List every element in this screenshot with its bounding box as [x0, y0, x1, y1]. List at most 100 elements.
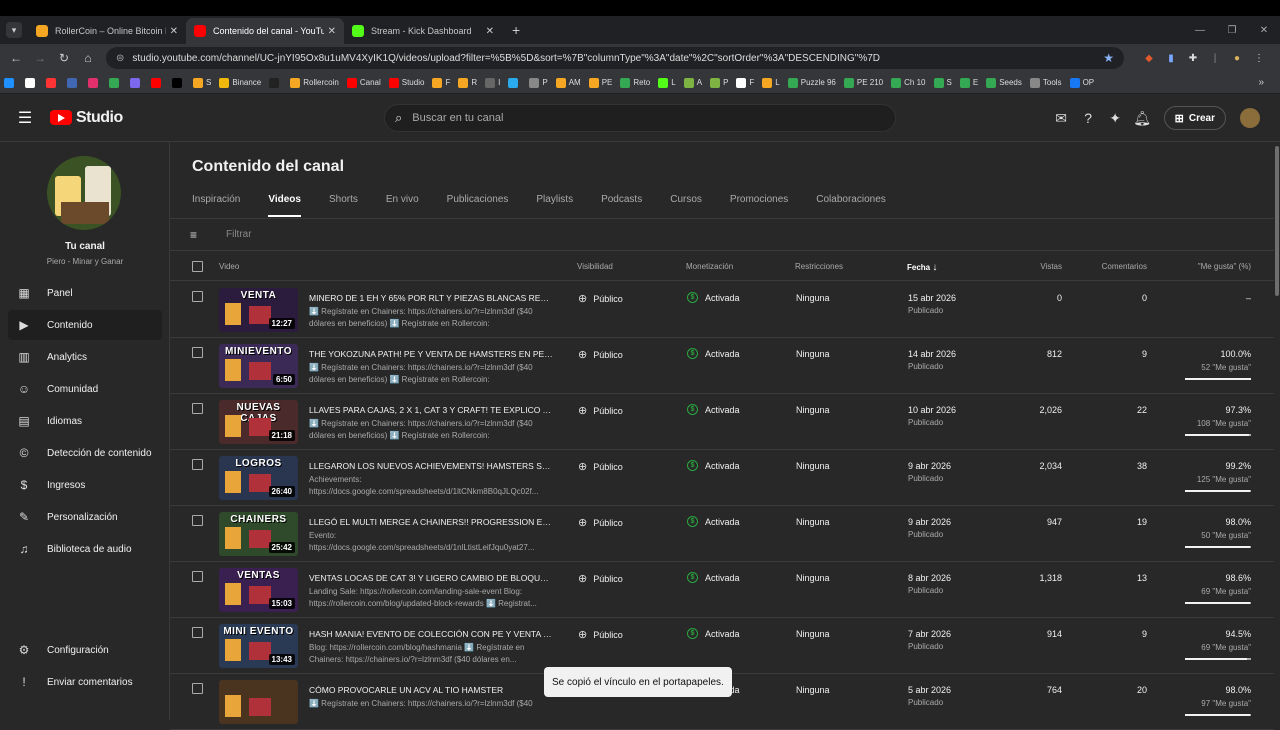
bookmark-item[interactable]: I	[485, 77, 500, 88]
filter-icon[interactable]: ≡	[190, 228, 204, 242]
bookmark-item[interactable]: P	[710, 77, 728, 88]
back-icon[interactable]: ←	[4, 51, 28, 65]
table-row[interactable]: MINIEVENTO 6:50 THE YOKOZUNA PATH! PE Y …	[170, 338, 1274, 394]
create-button[interactable]: ⊞ Crear	[1163, 106, 1226, 130]
extension-fox-icon[interactable]: ◆	[1138, 53, 1160, 64]
monetization-cell[interactable]: $ Activada	[687, 516, 740, 527]
bookmark-item[interactable]: Tools	[1029, 77, 1062, 88]
filter-input[interactable]: Filtrar	[226, 229, 252, 240]
col-date[interactable]: Fecha ↓	[907, 262, 937, 273]
bookmark-item[interactable]: L	[658, 77, 676, 88]
bookmark-item[interactable]: L	[762, 77, 780, 88]
bookmark-item[interactable]	[67, 77, 80, 88]
col-comments[interactable]: Comentarios	[1102, 262, 1147, 271]
visibility-cell[interactable]: ⊕ Público	[578, 292, 623, 305]
sidebar-item-ingresos[interactable]: $ Ingresos	[8, 470, 162, 500]
search-input[interactable]: Buscar en tu canal	[412, 112, 503, 124]
sidebar-item-comunidad[interactable]: ☺ Comunidad	[8, 374, 162, 404]
bookmark-item[interactable]: Binance	[219, 77, 261, 88]
bookmark-item[interactable]: Canal	[346, 77, 381, 88]
video-title[interactable]: CÓMO PROVOCARLE UN ACV AL TIO HAMSTER	[309, 685, 553, 695]
page-scrollbar[interactable]	[1274, 142, 1280, 720]
bookmark-item[interactable]: Studio	[388, 77, 424, 88]
video-title[interactable]: LLAVES PARA CAJAS, 2 X 1, CAT 3 Y CRAFT!…	[309, 405, 553, 415]
help-icon[interactable]: ?	[1075, 110, 1102, 126]
table-row[interactable]: CHAINERS 25:42 LLEGÓ EL MULTI MERGE A CH…	[170, 506, 1274, 562]
row-checkbox[interactable]	[192, 627, 203, 638]
row-checkbox[interactable]	[192, 291, 203, 302]
monetization-cell[interactable]: $ Activada	[687, 348, 740, 359]
video-title[interactable]: VENTAS LOCAS DE CAT 3! Y LIGERO CAMBIO D…	[309, 573, 553, 583]
bookmark-item[interactable]: P	[529, 77, 548, 88]
forward-icon[interactable]: →	[28, 51, 52, 65]
visibility-cell[interactable]: ⊕ Público	[578, 460, 623, 473]
sidebar-item-panel[interactable]: ▦ Panel	[8, 278, 162, 308]
tab-videos[interactable]: Videos	[268, 194, 301, 217]
browser-tab[interactable]: RollerCoin – Online Bitcoin Mining Simul…	[28, 18, 186, 44]
bookmark-item[interactable]: F	[736, 77, 754, 88]
browser-tab[interactable]: Stream - Kick Dashboard ✕	[344, 18, 502, 44]
bookmarks-overflow-icon[interactable]: »	[1258, 77, 1264, 88]
tab-search-button[interactable]: ▾	[6, 22, 22, 38]
tab-close-icon[interactable]: ✕	[328, 26, 336, 37]
tab-playlists[interactable]: Playlists	[536, 194, 573, 217]
table-row[interactable]: MINI EVENTO 13:43 HASH MANIA! EVENTO DE …	[170, 618, 1274, 674]
channel-title[interactable]: Tu canal	[0, 241, 170, 252]
table-row[interactable]: LOGROS 26:40 LLEGARON LOS NUEVOS ACHIEVE…	[170, 450, 1274, 506]
notifications-icon[interactable]: 🔔︎	[1129, 110, 1156, 127]
scrollbar-thumb[interactable]	[1275, 146, 1279, 296]
row-checkbox[interactable]	[192, 683, 203, 694]
tab-publicaciones[interactable]: Publicaciones	[447, 194, 509, 217]
sparkle-icon[interactable]: ✦	[1102, 110, 1129, 127]
video-title[interactable]: MINERO DE 1 EH Y 65% POR RLT Y PIEZAS BL…	[309, 293, 553, 303]
tab-inspiraci-n[interactable]: Inspiración	[192, 194, 240, 217]
bookmark-item[interactable]	[508, 77, 521, 88]
maximize-icon[interactable]: ❐	[1216, 25, 1248, 36]
video-thumbnail[interactable]: MINI EVENTO 13:43	[219, 624, 298, 668]
video-title[interactable]: LLEGÓ EL MULTI MERGE A CHAINERS!! PROGRE…	[309, 517, 553, 527]
minimize-icon[interactable]: —	[1184, 25, 1216, 36]
video-thumbnail[interactable]	[219, 680, 298, 724]
channel-avatar[interactable]	[47, 156, 121, 230]
video-title[interactable]: HASH MANIA! EVENTO DE COLECCIÓN CON PE Y…	[309, 629, 553, 639]
reload-icon[interactable]: ↻	[52, 51, 76, 65]
sidebar-item-biblioteca-de-audio[interactable]: ♫ Biblioteca de audio	[8, 534, 162, 564]
bookmark-item[interactable]	[130, 77, 143, 88]
bookmark-item[interactable]	[172, 77, 185, 88]
bookmark-item[interactable]: OP	[1069, 77, 1094, 88]
col-visibility[interactable]: Visibilidad	[577, 262, 613, 271]
profile-avatar-icon[interactable]: ●	[1226, 53, 1248, 64]
tab-cursos[interactable]: Cursos	[670, 194, 702, 217]
bookmark-item[interactable]: PE	[588, 77, 612, 88]
studio-logo[interactable]: Studio	[50, 109, 123, 127]
table-row[interactable]: NUEVAS CAJAS 21:18 LLAVES PARA CAJAS, 2 …	[170, 394, 1274, 450]
omnibox[interactable]: ⊜ studio.youtube.com/channel/UC-jnYI95Ox…	[106, 47, 1124, 69]
bookmark-item[interactable]	[88, 77, 101, 88]
tab-close-icon[interactable]: ✕	[170, 26, 178, 37]
row-checkbox[interactable]	[192, 459, 203, 470]
tab-en-vivo[interactable]: En vivo	[386, 194, 419, 217]
monetization-cell[interactable]: $ Activada	[687, 292, 740, 303]
bookmark-item[interactable]	[269, 77, 282, 88]
tab-colaboraciones[interactable]: Colaboraciones	[816, 194, 886, 217]
sidebar-item-configuraci-n[interactable]: ⚙ Configuración	[8, 635, 162, 665]
menu-icon[interactable]: ☰	[0, 108, 50, 128]
home-icon[interactable]: ⌂	[76, 51, 100, 65]
bookmark-item[interactable]: R	[458, 77, 477, 88]
messages-icon[interactable]: ✉	[1048, 110, 1075, 127]
tab-promociones[interactable]: Promociones	[730, 194, 788, 217]
account-avatar[interactable]	[1240, 108, 1260, 128]
video-thumbnail[interactable]: NUEVAS CAJAS 21:18	[219, 400, 298, 444]
bookmark-item[interactable]: Puzzle 96	[787, 77, 836, 88]
tab-podcasts[interactable]: Podcasts	[601, 194, 642, 217]
url-text[interactable]: studio.youtube.com/channel/UC-jnYI95Ox8u…	[132, 53, 1103, 64]
sidebar-item-analytics[interactable]: ▥ Analytics	[8, 342, 162, 372]
video-thumbnail[interactable]: VENTAS 15:03	[219, 568, 298, 612]
sidebar-item-personalizaci-n[interactable]: ✎ Personalización	[8, 502, 162, 532]
bookmark-item[interactable]	[109, 77, 122, 88]
visibility-cell[interactable]: ⊕ Público	[578, 628, 623, 641]
video-thumbnail[interactable]: CHAINERS 25:42	[219, 512, 298, 556]
bookmark-item[interactable]: S	[193, 77, 211, 88]
visibility-cell[interactable]: ⊕ Público	[578, 572, 623, 585]
monetization-cell[interactable]: $ Activada	[687, 572, 740, 583]
